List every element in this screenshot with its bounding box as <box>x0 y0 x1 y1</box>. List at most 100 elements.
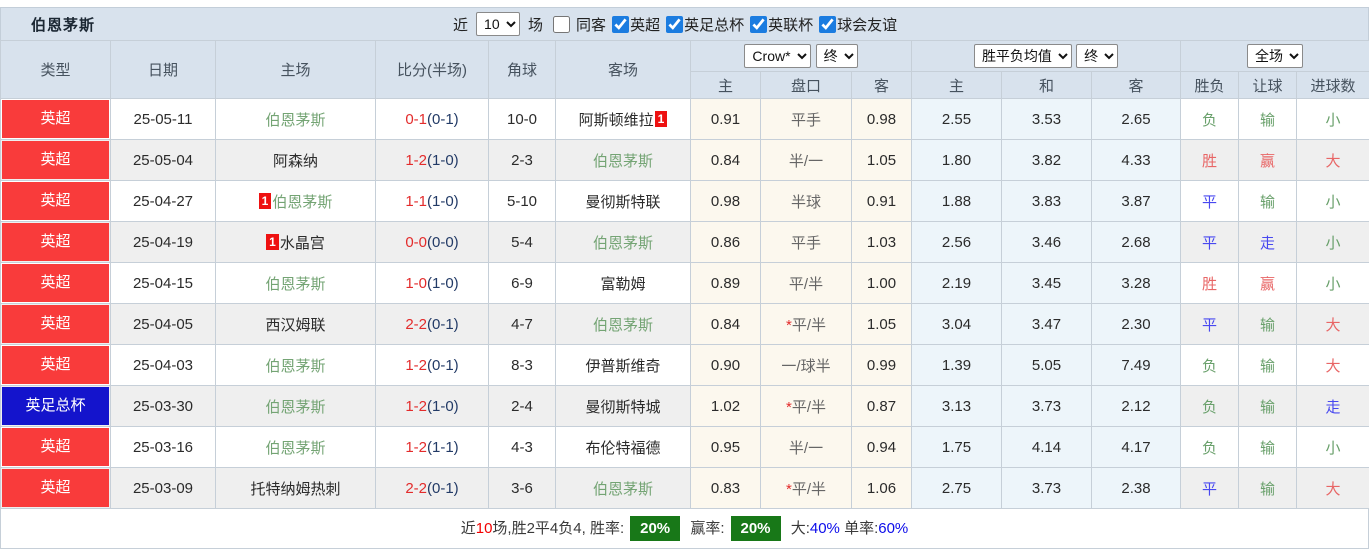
halftime-score: (1-0) <box>427 275 459 292</box>
result-cell: 负 <box>1181 427 1239 468</box>
col-header-home: 主场 <box>216 41 376 99</box>
odds-home-cell: 0.83 <box>691 468 761 509</box>
col-header-goals: 进球数 <box>1297 72 1369 99</box>
handicap-result-cell: 输 <box>1239 304 1297 345</box>
home-team-cell: 阿森纳 <box>216 140 376 181</box>
odds-away-cell: 0.99 <box>852 345 912 386</box>
corner-cell: 4-7 <box>489 304 556 345</box>
home-team-name: 阿森纳 <box>273 153 318 170</box>
odds-home-cell: 0.91 <box>691 99 761 140</box>
home-team-cell: 1水晶宫 <box>216 222 376 263</box>
odds-away-cell: 0.98 <box>852 99 912 140</box>
league-filter-label: 英联杯 <box>768 14 813 35</box>
goals-cell: 大 <box>1297 304 1369 345</box>
goals-cell: 小 <box>1297 99 1369 140</box>
league-filter-item: 英联杯 <box>748 14 813 35</box>
scope-select-cell: 全场 <box>1181 41 1369 72</box>
away-team-cell: 伯恩茅斯 <box>556 222 691 263</box>
league-badge: 英超 <box>2 428 109 466</box>
odds-state-select[interactable]: 终 <box>816 44 858 68</box>
date-cell: 25-03-16 <box>111 427 216 468</box>
summary-count: 10 <box>476 520 493 537</box>
handicap-text: 平手 <box>791 112 821 129</box>
result-cell: 平 <box>1181 468 1239 509</box>
away-team-name: 伯恩茅斯 <box>593 235 653 252</box>
away-team-name: 阿斯顿维拉 <box>579 112 654 129</box>
away-team-name: 曼彻斯特城 <box>585 399 660 416</box>
match-row: 英超 25-04-05 西汉姆联 2-2(0-1) 4-7 伯恩茅斯 0.84 … <box>1 304 1369 345</box>
away-team-cell: 曼彻斯特城 <box>556 386 691 427</box>
avg-select[interactable]: 胜平负均值 <box>974 44 1072 68</box>
avg-draw-cell: 3.83 <box>1002 181 1092 222</box>
summary-near-label: 近 <box>461 520 476 537</box>
recent-count-select[interactable]: 10 <box>476 12 520 36</box>
halftime-score: (1-0) <box>427 152 459 169</box>
handicap-text: 平/半 <box>789 276 823 293</box>
odds-away-cell: 1.06 <box>852 468 912 509</box>
corner-cell: 5-10 <box>489 181 556 222</box>
type-cell: 英超 <box>1 468 111 509</box>
odds-home-cell: 0.90 <box>691 345 761 386</box>
halftime-score: (0-0) <box>427 234 459 251</box>
score-cell: 1-1(1-0) <box>376 181 489 222</box>
league-filter-checkbox[interactable] <box>819 16 836 33</box>
away-team-cell: 布伦特福德 <box>556 427 691 468</box>
avg-state-select[interactable]: 终 <box>1076 44 1118 68</box>
avg-away-cell: 7.49 <box>1092 345 1181 386</box>
league-badge: 英超 <box>2 346 109 384</box>
handicap-cell: *平/半 <box>761 304 852 345</box>
away-team-name: 伯恩茅斯 <box>593 481 653 498</box>
handicap-text: 半球 <box>791 194 821 211</box>
handicap-cell: 半/一 <box>761 140 852 181</box>
halftime-score: (0-1) <box>427 111 459 128</box>
odds-away-cell: 1.00 <box>852 263 912 304</box>
league-filter-checkbox[interactable] <box>666 16 683 33</box>
filter-controls: 近 10 场 同客 英超 英足总杯 英联杯 <box>453 12 897 36</box>
away-team-name: 布伦特福德 <box>585 440 660 457</box>
match-row: 英超 25-03-09 托特纳姆热刺 2-2(0-1) 3-6 伯恩茅斯 0.8… <box>1 468 1369 509</box>
date-cell: 25-03-30 <box>111 386 216 427</box>
score-cell: 0-0(0-0) <box>376 222 489 263</box>
away-card-badge: 1 <box>655 111 668 127</box>
home-team-name: 水晶宫 <box>280 235 325 252</box>
odds-away-cell: 0.94 <box>852 427 912 468</box>
result-cell: 平 <box>1181 222 1239 263</box>
corner-cell: 10-0 <box>489 99 556 140</box>
corner-cell: 3-6 <box>489 468 556 509</box>
scope-select[interactable]: 全场 <box>1247 44 1303 68</box>
home-team-cell: 西汉姆联 <box>216 304 376 345</box>
away-team-name: 曼彻斯特联 <box>585 194 660 211</box>
avg-away-cell: 2.12 <box>1092 386 1181 427</box>
date-cell: 25-04-19 <box>111 222 216 263</box>
type-cell: 英足总杯 <box>1 386 111 427</box>
win-rate-badge: 20% <box>630 516 680 541</box>
handicap-cell: *平/半 <box>761 468 852 509</box>
handicap-text: 平/半 <box>792 399 826 416</box>
match-row: 英超 25-04-19 1水晶宫 0-0(0-0) 5-4 伯恩茅斯 0.86 … <box>1 222 1369 263</box>
avg-away-cell: 4.33 <box>1092 140 1181 181</box>
corner-cell: 6-9 <box>489 263 556 304</box>
away-team-cell: 富勒姆 <box>556 263 691 304</box>
avg-home-cell: 1.80 <box>912 140 1002 181</box>
same-away-checkbox[interactable] <box>553 16 570 33</box>
big-rate-value: 40% <box>810 520 840 537</box>
league-filter-checkbox[interactable] <box>612 16 629 33</box>
goals-cell: 小 <box>1297 427 1369 468</box>
col-header-odds-away: 客 <box>852 72 912 99</box>
halftime-score: (1-1) <box>427 439 459 456</box>
date-cell: 25-04-03 <box>111 345 216 386</box>
type-cell: 英超 <box>1 140 111 181</box>
away-team-cell: 伯恩茅斯 <box>556 468 691 509</box>
score-cell: 1-2(1-1) <box>376 427 489 468</box>
games-label: 场 <box>528 14 543 35</box>
fulltime-score: 0-0 <box>405 234 427 251</box>
home-team-name: 托特纳姆热刺 <box>250 481 340 498</box>
avg-draw-cell: 4.14 <box>1002 427 1092 468</box>
bookmaker-select[interactable]: Crow* <box>744 44 811 68</box>
away-team-cell: 阿斯顿维拉1 <box>556 99 691 140</box>
league-filter-checkbox[interactable] <box>750 16 767 33</box>
home-team-cell: 伯恩茅斯 <box>216 263 376 304</box>
goals-cell: 小 <box>1297 181 1369 222</box>
result-cell: 胜 <box>1181 140 1239 181</box>
result-cell: 平 <box>1181 304 1239 345</box>
